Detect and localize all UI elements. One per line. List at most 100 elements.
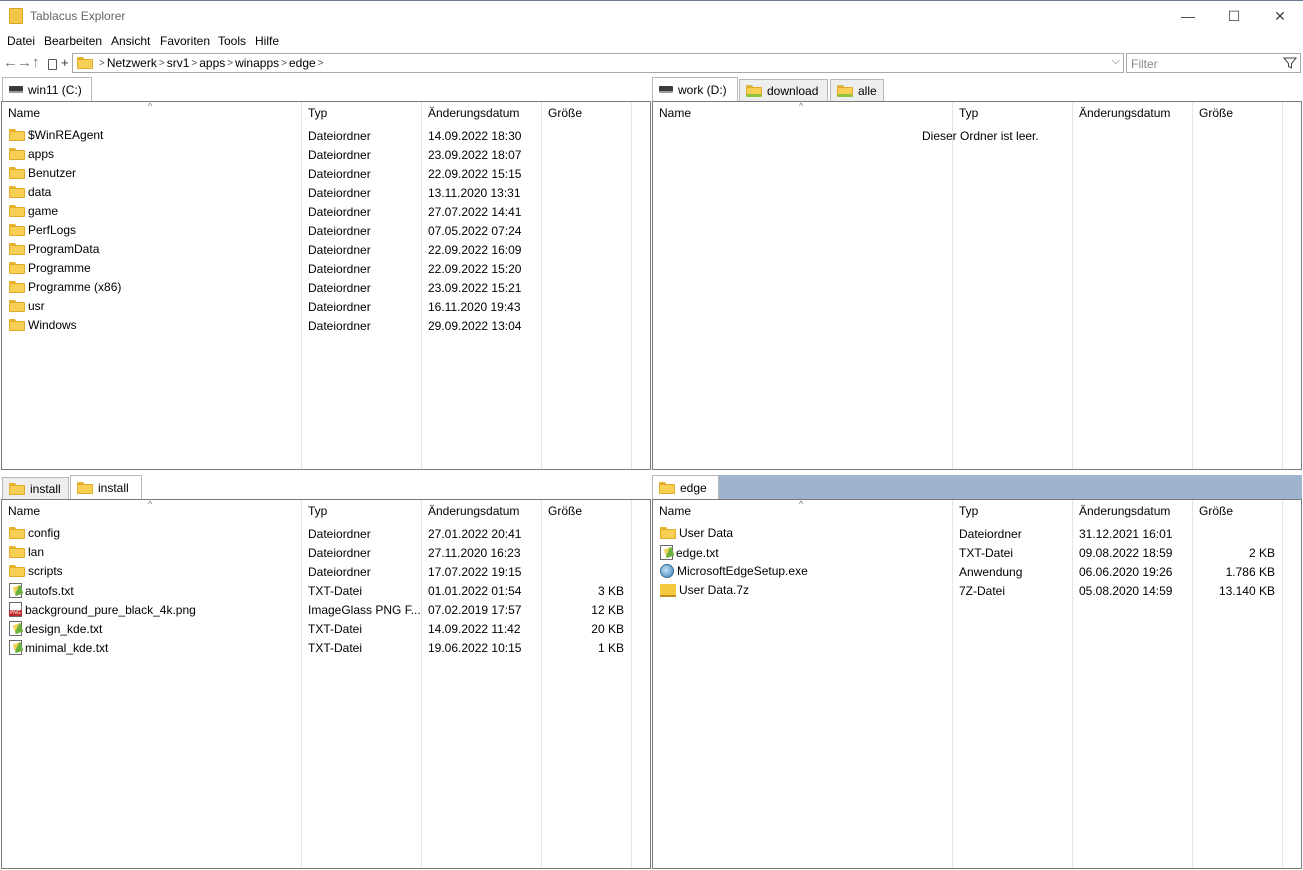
up-arrow-icon[interactable]: ↑ [32, 54, 40, 72]
tab-win11[interactable]: win11 (C:) [2, 77, 92, 101]
filter-icon[interactable] [1283, 56, 1297, 70]
drive-icon [9, 86, 23, 93]
forward-arrow-icon[interactable]: → [17, 54, 32, 72]
breadcrumb-edge[interactable]: edge [289, 56, 316, 70]
file-row[interactable]: apps Dateiordner 23.09.2022 18:07 [2, 145, 631, 164]
maximize-button[interactable]: ☐ [1211, 1, 1257, 31]
file-row[interactable]: Windows Dateiordner 29.09.2022 13:04 [2, 316, 631, 335]
file-row[interactable]: config Dateiordner 27.01.2022 20:41 [2, 524, 631, 543]
file-row[interactable]: Programme (x86) Dateiordner 23.09.2022 15:… [2, 278, 631, 297]
back-arrow-icon[interactable]: ← [3, 54, 18, 72]
column-header-date[interactable]: Änderungsdatum [1073, 500, 1193, 522]
file-name: apps [28, 147, 55, 161]
bottom-right-file-list[interactable]: Name ^ Typ Änderungsdatum Größe User Dat… [652, 499, 1302, 869]
file-size: 3 KB [597, 584, 624, 598]
file-row[interactable]: PerfLogs Dateiordner 07.05.2022 07:24 [2, 221, 631, 240]
add-tab-icon[interactable]: + [61, 55, 69, 70]
close-button[interactable]: ✕ [1257, 1, 1303, 31]
tab-label: download [767, 83, 819, 98]
folder-icon [9, 546, 25, 558]
breadcrumb-apps[interactable]: apps [199, 56, 225, 70]
tab-install-2[interactable]: install [70, 475, 142, 499]
filter-field[interactable]: Filter [1126, 53, 1301, 73]
folder-icon [9, 482, 25, 495]
file-type: Dateiordner [308, 186, 371, 200]
file-name: User Data.7z [679, 583, 750, 597]
column-header-date[interactable]: Änderungsdatum [1073, 102, 1193, 124]
address-bar[interactable]: > Netzwerk > srv1 > apps > winapps > edg… [72, 53, 1124, 73]
breadcrumb-winapps[interactable]: winapps [235, 56, 279, 70]
column-header-type[interactable]: Typ [953, 102, 1073, 124]
file-type: Dateiordner [308, 281, 371, 295]
file-date: 27.07.2022 14:41 [428, 205, 522, 219]
column-header-size[interactable]: Größe [542, 102, 632, 124]
tab-list-icon[interactable] [48, 59, 57, 70]
file-row[interactable]: background_pure_black_4k.png ImageGlass P… [2, 600, 631, 619]
column-header-type[interactable]: Typ [302, 500, 422, 522]
column-header-type[interactable]: Typ [302, 102, 422, 124]
column-header-size[interactable]: Größe [1193, 102, 1283, 124]
file-row[interactable]: data Dateiordner 13.11.2020 13:31 [2, 183, 631, 202]
column-header-type[interactable]: Typ [953, 500, 1073, 522]
file-row[interactable]: autofs.txt TXT-Datei 01.01.2022 01:54 3 KB [2, 581, 631, 600]
file-row[interactable]: User Data.7z 7Z-Datei 05.08.2020 14:59 13.1… [653, 581, 1282, 600]
file-row[interactable]: ProgramData Dateiordner 22.09.2022 16:09 [2, 240, 631, 259]
file-date: 31.12.2021 16:01 [1079, 527, 1173, 541]
menu-bearbeiten[interactable]: Bearbeiten [44, 34, 102, 48]
tab-download[interactable]: download [739, 79, 828, 101]
menu-hilfe[interactable]: Hilfe [255, 34, 279, 48]
file-date: 22.09.2022 15:15 [428, 167, 522, 181]
file-name: ProgramData [28, 242, 100, 256]
file-row[interactable]: game Dateiordner 27.07.2022 14:41 [2, 202, 631, 221]
text-file-icon [9, 640, 22, 655]
file-row[interactable]: minimal_kde.txt TXT-Datei 19.06.2022 10:15… [2, 638, 631, 657]
file-row[interactable]: MicrosoftEdgeSetup.exe Anwendung 06.06.202… [653, 562, 1282, 581]
file-name: game [28, 204, 59, 218]
address-dropdown-icon[interactable]: ⌵ [1112, 55, 1120, 68]
top-left-file-list[interactable]: Name ^ Typ Änderungsdatum Größe $WinREAg… [1, 101, 651, 470]
column-header-date[interactable]: Änderungsdatum [422, 102, 542, 124]
folder-icon [9, 129, 25, 141]
folder-icon [9, 167, 25, 179]
column-header-date[interactable]: Änderungsdatum [422, 500, 542, 522]
file-date: 07.02.2019 17:57 [428, 603, 522, 617]
folder-icon [77, 481, 93, 494]
file-row[interactable]: scripts Dateiordner 17.07.2022 19:15 [2, 562, 631, 581]
column-divider [1282, 102, 1283, 469]
file-type: TXT-Datei [308, 622, 363, 636]
file-row[interactable]: $WinREAgent Dateiordner 14.09.2022 18:30 [2, 126, 631, 145]
file-row[interactable]: Benutzer Dateiordner 22.09.2022 15:15 [2, 164, 631, 183]
tab-install-1[interactable]: install [2, 477, 69, 499]
sort-ascending-icon: ^ [148, 499, 153, 509]
menu-datei[interactable]: Datei [7, 34, 35, 48]
file-name: PerfLogs [28, 223, 77, 237]
minimize-button[interactable]: — [1165, 1, 1211, 31]
chevron-right-icon: > [99, 57, 105, 69]
breadcrumb-netzwerk[interactable]: Netzwerk [107, 56, 157, 70]
menu-ansicht[interactable]: Ansicht [111, 34, 150, 48]
file-row[interactable]: design_kde.txt TXT-Datei 14.09.2022 11:42 2… [2, 619, 631, 638]
breadcrumb-srv1[interactable]: srv1 [167, 56, 190, 70]
top-right-file-list[interactable]: Name ^ Typ Änderungsdatum Größe Dieser O… [652, 101, 1302, 470]
file-row[interactable]: usr Dateiordner 16.11.2020 19:43 [2, 297, 631, 316]
tab-label: install [30, 481, 61, 496]
column-header-size[interactable]: Größe [1193, 500, 1283, 522]
file-date: 13.11.2020 13:31 [428, 186, 521, 200]
column-header-size[interactable]: Größe [542, 500, 632, 522]
tab-edge[interactable]: edge [652, 475, 719, 499]
file-size: 13.140 KB [1218, 584, 1275, 598]
file-row[interactable]: Programme Dateiordner 22.09.2022 15:20 [2, 259, 631, 278]
text-file-icon [9, 621, 22, 636]
file-row[interactable]: edge.txt TXT-Datei 09.08.2022 18:59 2 KB [653, 543, 1282, 562]
file-date: 23.09.2022 15:21 [428, 281, 522, 295]
tab-work[interactable]: work (D:) [652, 77, 738, 101]
folder-icon [9, 224, 25, 236]
tab-alle[interactable]: alle [830, 79, 884, 101]
file-size: 12 KB [591, 603, 624, 617]
bottom-left-file-list[interactable]: Name ^ Typ Änderungsdatum Größe config Da… [1, 499, 651, 869]
menu-favoriten[interactable]: Favoriten [160, 34, 210, 48]
file-row[interactable]: lan Dateiordner 27.11.2020 16:23 [2, 543, 631, 562]
file-row[interactable]: User Data Dateiordner 31.12.2021 16:01 [653, 524, 1282, 543]
file-type: Dateiordner [308, 546, 371, 560]
menu-tools[interactable]: Tools [218, 34, 246, 48]
